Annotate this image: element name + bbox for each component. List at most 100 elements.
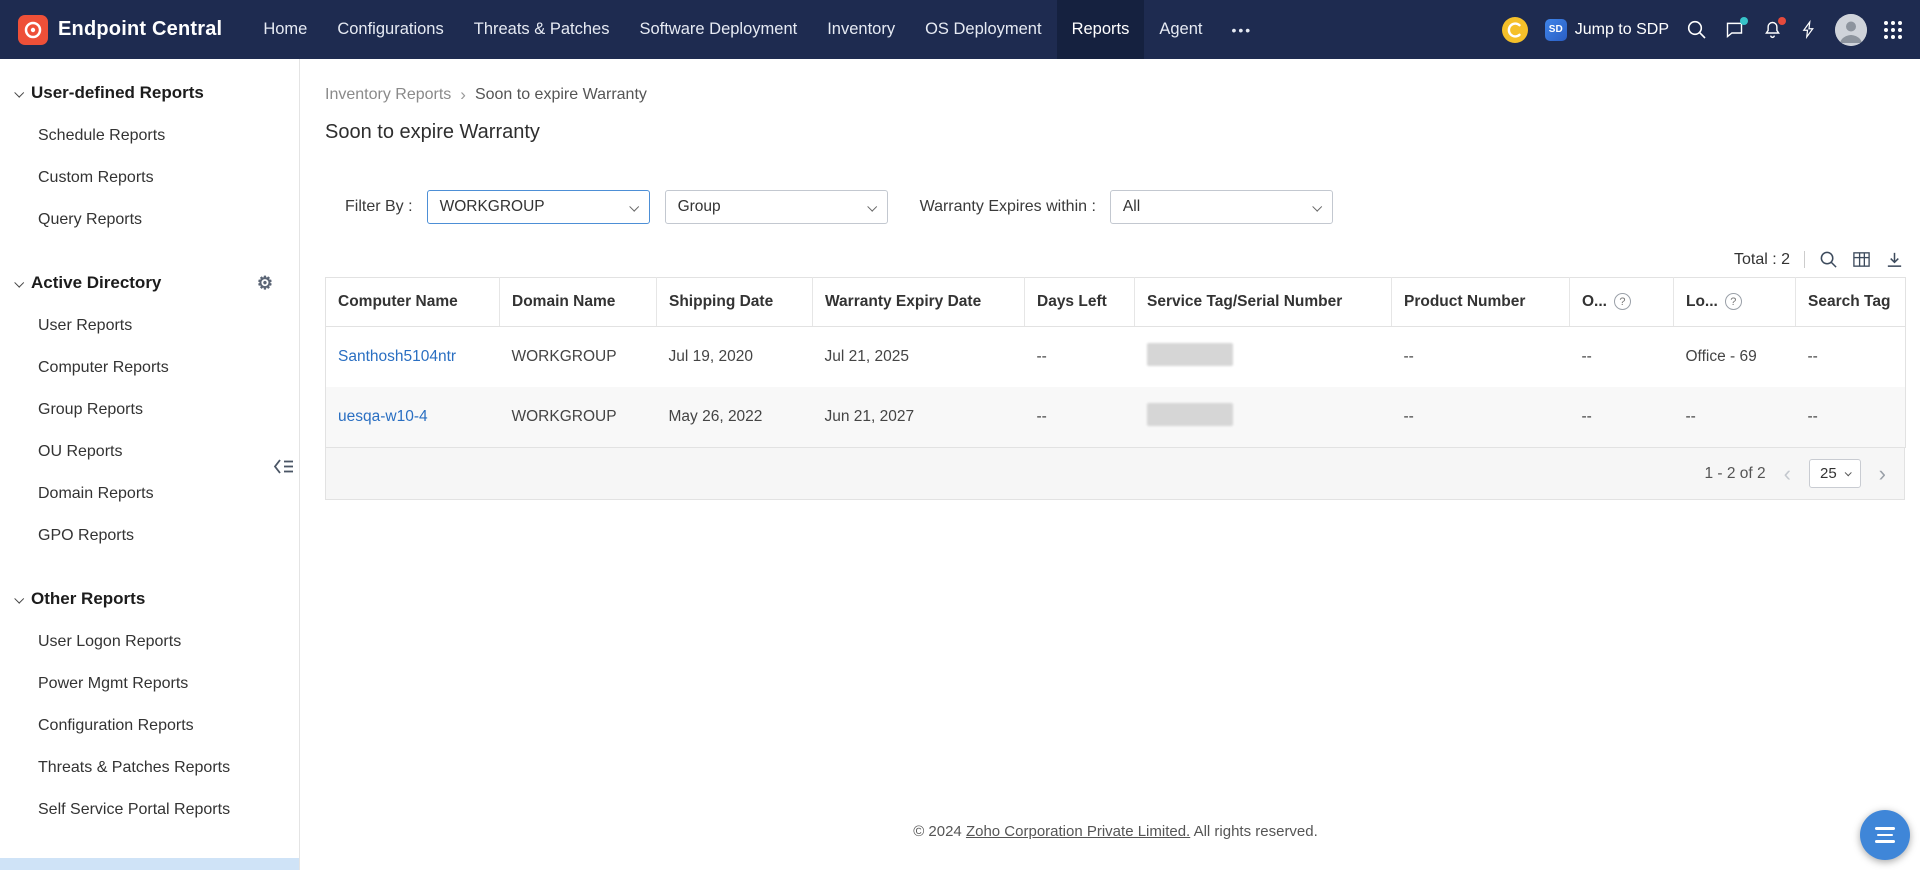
chat-icon[interactable] [1724,17,1748,40]
service-tag-cell [1135,327,1392,388]
product-number-cell: -- [1403,348,1414,365]
pagination-bar: 1 - 2 of 2 ‹ 25 › [325,448,1905,500]
notifications-bell-icon[interactable] [1762,17,1786,40]
nav-item-inventory[interactable]: Inventory [812,0,910,59]
main-content: Inventory Reports › Soon to expire Warra… [300,59,1920,870]
apps-grid-icon[interactable] [1884,20,1902,39]
ad-settings-gear-icon[interactable]: ⚙ [257,274,273,292]
results-search-icon[interactable] [1819,250,1838,269]
announcement-icon[interactable] [1501,16,1528,43]
chat-badge [1740,17,1748,25]
sidebar-item-computer-reports[interactable]: Computer Reports [0,347,299,389]
search-tag-cell: -- [1807,348,1818,365]
warranty-expires-select[interactable]: All [1109,190,1333,224]
sidebar-section-active-directory: Active Directory ⚙ User Reports Computer… [0,261,299,557]
sidebar-item-schedule-reports[interactable]: Schedule Reports [0,115,299,157]
export-download-icon[interactable] [1885,250,1904,269]
owner-cell: -- [1569,387,1674,448]
brand: Endpoint Central [18,14,223,45]
product-number-cell: -- [1391,387,1570,448]
column-header-warranty-expiry-date: Warranty Expiry Date [812,277,1025,327]
sidebar-item-user-reports[interactable]: User Reports [0,305,299,347]
sidebar-section-other-reports: Other Reports User Logon Reports Power M… [0,577,299,831]
topbar: Endpoint Central Home Configurations Thr… [0,0,1920,59]
section-header-user-defined-reports[interactable]: User-defined Reports [0,71,299,115]
sidebar-item-threats-patches-reports[interactable]: Threats & Patches Reports [0,747,299,789]
nav-item-threats-patches[interactable]: Threats & Patches [459,0,625,59]
sidebar-item-self-service-portal-reports[interactable]: Self Service Portal Reports [0,789,299,831]
table-toolbar: Total : 2 [325,250,1906,269]
nav-item-os-deployment[interactable]: OS Deployment [910,0,1056,59]
column-header-computer-name: Computer Name [325,277,500,327]
nav-item-software-deployment[interactable]: Software Deployment [624,0,812,59]
topbar-right: SD Jump to SDP [1501,13,1902,46]
nav-more-button[interactable]: ••• [1217,0,1266,59]
warranty-expiry-cell: Jun 21, 2027 [812,387,1025,448]
section-title: User-defined Reports [31,83,204,102]
page-title: Soon to expire Warranty [325,121,540,143]
user-avatar[interactable] [1835,13,1867,46]
nav-item-home[interactable]: Home [248,0,322,59]
sidebar-item-group-reports[interactable]: Group Reports [0,389,299,431]
breadcrumb-separator-icon: › [460,85,466,104]
zoho-corporation-link[interactable]: Zoho Corporation Private Limited. [966,823,1190,840]
sidebar-item-query-reports[interactable]: Query Reports [0,199,299,241]
scope-select-value: WORKGROUP [439,198,545,215]
pagination-prev-icon[interactable]: ‹ [1780,462,1795,485]
warranty-expires-label: Warranty Expires within : [919,198,1096,215]
column-header-owner: O...? [1569,277,1674,327]
group-select-value: Group [677,198,721,215]
brand-name: Endpoint Central [58,18,223,40]
sidebar-collapse-toggle-icon[interactable] [272,457,296,481]
column-chooser-icon[interactable] [1852,250,1871,269]
zia-lightning-icon[interactable] [1800,19,1818,40]
nav-item-reports[interactable]: Reports [1056,0,1145,59]
help-icon[interactable]: ? [1724,293,1742,311]
nav-item-agent[interactable]: Agent [1144,0,1217,59]
section-header-other-reports[interactable]: Other Reports [0,577,299,621]
pagination-next-icon[interactable]: › [1875,462,1890,485]
sidebar-item-user-logon-reports[interactable]: User Logon Reports [0,621,299,663]
computer-name-link[interactable]: Santhosh5104ntr [338,348,456,365]
page-size-value: 25 [1819,465,1837,482]
warranty-expiry-cell: Jul 21, 2025 [824,348,909,365]
shipping-date-cell: Jul 19, 2020 [668,348,753,365]
sidebar-item-gpo-reports[interactable]: GPO Reports [0,515,299,557]
computer-name-link[interactable]: uesqa-w10-4 [338,408,428,425]
toolbar-divider [1804,251,1805,268]
section-header-active-directory[interactable]: Active Directory ⚙ [0,261,299,305]
column-header-search-tag: Search Tag [1795,277,1906,327]
location-cell: Office - 69 [1685,348,1757,365]
sidebar-item-custom-reports[interactable]: Custom Reports [0,157,299,199]
nav-item-configurations[interactable]: Configurations [322,0,458,59]
column-header-domain-name: Domain Name [499,277,657,327]
redacted-service-tag [1146,403,1233,426]
domain-name-cell: WORKGROUP [511,348,617,365]
scope-select[interactable]: WORKGROUP [426,190,650,224]
sidebar-item-ou-reports[interactable]: OU Reports [0,431,299,473]
sidebar-section-user-defined-reports: User-defined Reports Schedule Reports Cu… [0,71,299,241]
chevron-down-icon [866,201,877,212]
owner-cell: -- [1581,348,1592,365]
sidebar-item-domain-reports[interactable]: Domain Reports [0,473,299,515]
help-icon[interactable]: ? [1613,293,1631,311]
page-size-select[interactable]: 25 [1808,459,1861,488]
search-tag-cell: -- [1795,387,1906,448]
top-navigation: Home Configurations Threats & Patches So… [248,0,1266,59]
column-header-product-number: Product Number [1391,277,1570,327]
sidebar-partial-item [0,858,299,870]
pagination-range-label: 1 - 2 of 2 [1704,464,1766,482]
redacted-service-tag [1146,343,1233,366]
section-title: Active Directory [31,273,162,292]
group-select[interactable]: Group [664,190,888,224]
floating-menu-button[interactable] [1860,810,1910,860]
sidebar-item-configuration-reports[interactable]: Configuration Reports [0,705,299,747]
filter-row: Filter By : WORKGROUP Group Warranty Exp… [345,190,1906,224]
sidebar-item-power-mgmt-reports[interactable]: Power Mgmt Reports [0,663,299,705]
days-left-cell: -- [1024,387,1135,448]
breadcrumb-current: Soon to expire Warranty [474,86,647,103]
search-icon[interactable] [1686,19,1707,40]
breadcrumb-inventory-reports[interactable]: Inventory Reports [325,86,451,104]
chevron-down-icon [14,593,25,604]
jump-to-sdp-button[interactable]: SD Jump to SDP [1544,18,1669,41]
